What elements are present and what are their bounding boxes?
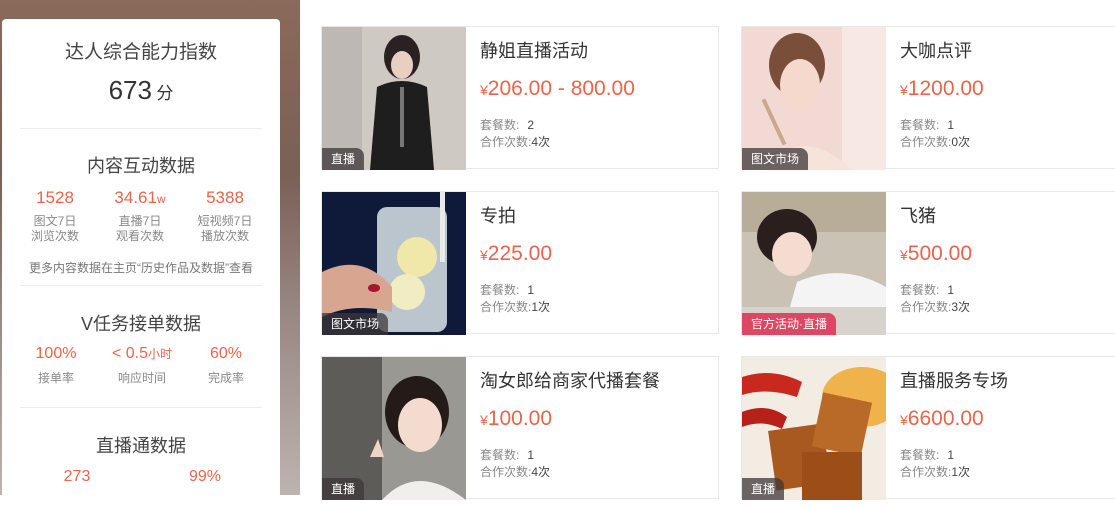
vtask-data-title: V任务接单数据 bbox=[80, 314, 201, 334]
content-data-title: 内容互动数据 bbox=[87, 156, 195, 176]
divider bbox=[20, 128, 262, 129]
cooperation-count: 合作次数:0次 bbox=[900, 135, 971, 149]
service-thumbnail[interactable]: 直播 bbox=[322, 27, 466, 170]
service-card[interactable]: 图文市场 大咖点评 ¥1200.00 套餐数: 1 合作次数:0次 bbox=[741, 26, 1115, 170]
channel-tag: 直播 bbox=[322, 478, 365, 500]
cooperation-count: 合作次数:3次 bbox=[900, 300, 971, 314]
video-plays-value: 5388 bbox=[206, 188, 244, 207]
service-thumbnail[interactable]: 直播 bbox=[322, 357, 466, 500]
service-price: ¥225.00 bbox=[480, 242, 553, 265]
score-title: 达人综合能力指数 bbox=[64, 42, 217, 63]
channel-tag: 图文市场 bbox=[322, 313, 389, 335]
divider bbox=[20, 407, 262, 408]
package-count: 套餐数: 1 bbox=[900, 283, 955, 297]
channel-tag: 官方活动·直播 bbox=[742, 313, 836, 335]
package-count: 套餐数: 2 bbox=[480, 118, 535, 132]
cooperation-count: 合作次数:4次 bbox=[480, 135, 551, 149]
service-title[interactable]: 直播服务专场 bbox=[900, 367, 1008, 393]
live-views-label: 直播7日 观看次数 bbox=[115, 214, 164, 243]
live-stat-1: 273 bbox=[63, 468, 91, 485]
divider bbox=[20, 285, 262, 286]
service-price: ¥1200.00 bbox=[900, 77, 984, 100]
accept-rate-label: 接单率 bbox=[37, 371, 74, 385]
channel-tag: 直播 bbox=[322, 148, 365, 170]
channel-tag: 直播 bbox=[742, 478, 785, 500]
package-count: 套餐数: 1 bbox=[900, 118, 955, 132]
cooperation-count: 合作次数:1次 bbox=[900, 465, 971, 479]
accept-rate-value: 100% bbox=[35, 345, 77, 362]
content-data-note[interactable]: 更多内容数据在主页“历史作品及数据”查看 bbox=[2, 259, 280, 276]
service-card[interactable]: 直播 淘女郎给商家代播套餐 ¥100.00 套餐数: 1 合作次数:4次 bbox=[321, 356, 719, 500]
service-title[interactable]: 静姐直播活动 bbox=[480, 37, 588, 63]
service-title[interactable]: 专拍 bbox=[480, 202, 516, 228]
response-time-value: < 0.5小时 bbox=[111, 345, 173, 362]
service-price: ¥100.00 bbox=[480, 407, 553, 430]
service-title[interactable]: 飞猪 bbox=[900, 202, 936, 228]
service-title[interactable]: 淘女郎给商家代播套餐 bbox=[480, 367, 660, 393]
creator-stats-panel: 达人综合能力指数 673 分 内容互动数据 1528 图文7日 浏览次数 34.6… bbox=[2, 19, 280, 509]
video-plays-label: 短视频7日 播放次数 bbox=[197, 214, 253, 243]
image-views-label: 图文7日 浏览次数 bbox=[30, 214, 79, 243]
service-card[interactable]: 直播 直播服务专场 ¥6600.00 套餐数: 1 合作次数:1次 bbox=[741, 356, 1115, 500]
service-card[interactable]: 直播 静姐直播活动 ¥206.00 - 800.00 套餐数: 2 合作次数:4次 bbox=[321, 26, 719, 170]
score-display: 673 分 bbox=[2, 75, 280, 106]
service-title[interactable]: 大咖点评 bbox=[900, 37, 972, 63]
response-time-label: 响应时间 bbox=[117, 371, 166, 385]
cooperation-count: 合作次数:4次 bbox=[480, 465, 551, 479]
service-thumbnail[interactable]: 图文市场 bbox=[742, 27, 886, 170]
service-price: ¥500.00 bbox=[900, 242, 973, 265]
service-card[interactable]: 官方活动·直播 飞猪 ¥500.00 套餐数: 1 合作次数:3次 bbox=[741, 191, 1115, 335]
live-views-value: 34.61w bbox=[114, 188, 166, 207]
service-thumbnail[interactable]: 直播 bbox=[742, 357, 886, 500]
package-count: 套餐数: 1 bbox=[900, 448, 955, 462]
completion-rate-value: 60% bbox=[209, 345, 243, 362]
service-thumbnail[interactable]: 官方活动·直播 bbox=[742, 192, 886, 335]
live-data-title: 直播通数据 bbox=[96, 436, 186, 456]
cooperation-count: 合作次数:1次 bbox=[480, 300, 551, 314]
service-price: ¥6600.00 bbox=[900, 407, 984, 430]
score-value: 673 bbox=[108, 75, 152, 105]
live-stat-2: 99% bbox=[188, 468, 222, 485]
package-count: 套餐数: 1 bbox=[480, 283, 535, 297]
channel-tag: 图文市场 bbox=[742, 148, 809, 170]
service-price: ¥206.00 - 800.00 bbox=[480, 77, 635, 100]
image-views-value: 1528 bbox=[36, 188, 74, 207]
service-thumbnail[interactable]: 图文市场 bbox=[322, 192, 466, 335]
completion-rate-label: 完成率 bbox=[207, 371, 244, 385]
package-count: 套餐数: 1 bbox=[480, 448, 535, 462]
score-unit: 分 bbox=[156, 84, 174, 103]
service-card[interactable]: 图文市场 专拍 ¥225.00 套餐数: 1 合作次数:1次 bbox=[321, 191, 719, 335]
